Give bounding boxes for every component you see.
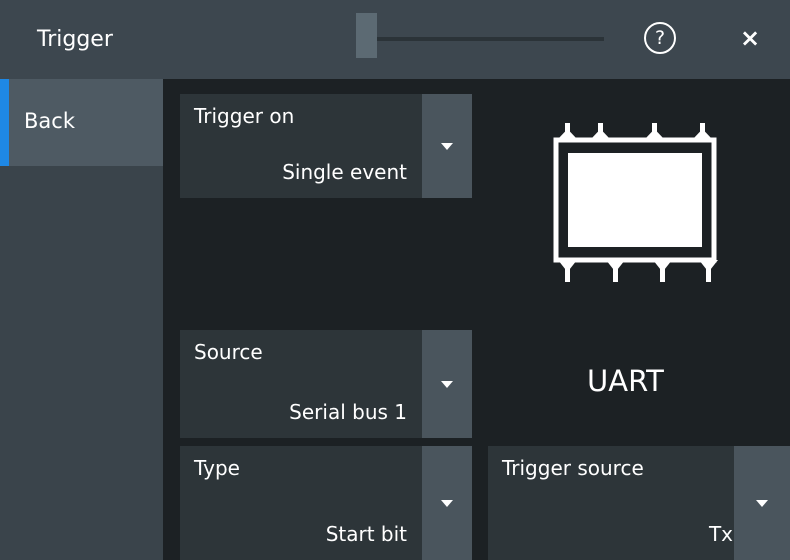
chevron-down-icon	[441, 381, 453, 388]
active-indicator	[0, 79, 9, 166]
source-value: Serial bus 1	[289, 400, 407, 424]
ic-chip-icon	[553, 123, 718, 282]
trigger-source-value: Tx	[708, 522, 733, 546]
trigger-on-field[interactable]: Trigger on Single event	[180, 94, 472, 198]
type-field[interactable]: Type Start bit	[180, 446, 472, 560]
type-dropdown-button[interactable]	[422, 446, 472, 560]
dialog-transparency-slider-track[interactable]	[377, 37, 604, 41]
chevron-down-icon	[441, 500, 453, 507]
type-label: Type	[194, 456, 240, 480]
chevron-down-icon	[441, 143, 453, 150]
chevron-down-icon	[756, 500, 768, 507]
type-value: Start bit	[325, 522, 407, 546]
sidebar-item-label: Back	[24, 109, 75, 133]
title-bar: Trigger ? ×	[0, 0, 790, 79]
trigger-on-label: Trigger on	[194, 104, 295, 128]
sidebar: Back	[0, 79, 163, 560]
trigger-source-field[interactable]: Trigger source Tx	[488, 446, 790, 560]
dialog-title: Trigger	[37, 27, 113, 52]
help-icon[interactable]: ?	[644, 22, 676, 54]
source-dropdown-button[interactable]	[422, 330, 472, 438]
trigger-on-value: Single event	[282, 160, 407, 184]
source-label: Source	[194, 340, 263, 364]
protocol-label: UART	[587, 364, 664, 398]
trigger-source-label: Trigger source	[502, 456, 644, 480]
trigger-source-dropdown-button[interactable]	[734, 446, 790, 560]
trigger-on-dropdown-button[interactable]	[422, 94, 472, 198]
source-field[interactable]: Source Serial bus 1	[180, 330, 472, 438]
sidebar-item-back[interactable]: Back	[0, 79, 163, 166]
dialog-transparency-slider-handle[interactable]	[356, 13, 377, 58]
close-icon[interactable]: ×	[738, 20, 762, 56]
